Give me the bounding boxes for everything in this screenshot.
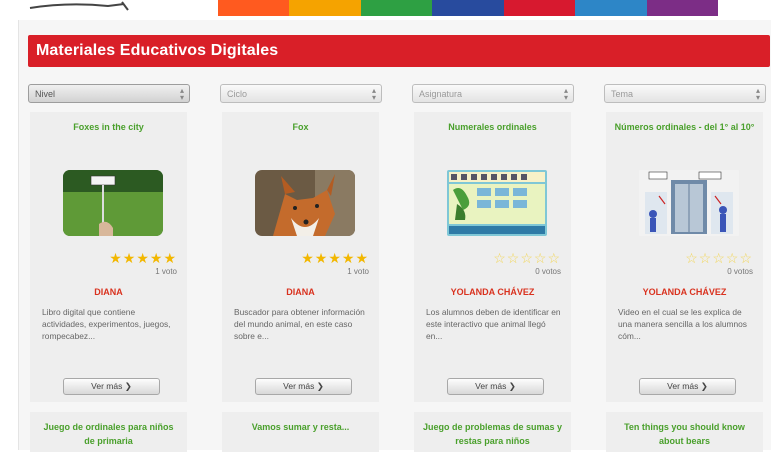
- vote-count: 1 voto: [155, 267, 177, 276]
- filter-label: Ciclo: [227, 88, 248, 99]
- select-arrows-icon: ▴ ▾: [371, 86, 376, 102]
- select-arrows-icon: ▴ ▾: [755, 86, 760, 102]
- star-icon[interactable]: ★★★★★: [109, 250, 177, 266]
- color-segment: [360, 0, 433, 16]
- filter-tema-select[interactable]: Tema ▴ ▾: [604, 84, 766, 103]
- author-link[interactable]: DIANA: [222, 287, 379, 297]
- card-description: Buscador para obtener información del mu…: [234, 307, 365, 341]
- color-segment: [503, 0, 576, 16]
- filter-label: Asignatura: [419, 88, 463, 99]
- card-title[interactable]: Fox: [230, 120, 371, 134]
- card-description: Libro digital que contiene actividades, …: [42, 307, 171, 341]
- resource-card: Juego de ordinales para niños de primari…: [30, 412, 187, 452]
- card-title[interactable]: Números ordinales - del 1° al 10°: [614, 120, 755, 134]
- section-header: Materiales Educativos Digitales: [28, 35, 770, 67]
- color-segment: [218, 0, 290, 16]
- color-segment: [575, 0, 647, 16]
- filter-nivel-select[interactable]: Nivel ▴ ▾: [28, 84, 190, 103]
- star-icon[interactable]: ☆☆☆☆☆: [685, 250, 753, 266]
- resource-card: Vamos sumar y resta...: [222, 412, 379, 452]
- filter-asignatura-select[interactable]: Asignatura ▴ ▾: [412, 84, 574, 103]
- resource-card: Juego de problemas de sumas y restas par…: [414, 412, 571, 452]
- resource-card: Foxes in the city ★★★★★ 1 voto DIANA Lib…: [30, 112, 187, 402]
- resource-card: Ten things you should know about bears: [606, 412, 763, 452]
- star-rating[interactable]: ★★★★★: [301, 251, 369, 265]
- color-segment: [289, 0, 361, 16]
- star-rating[interactable]: ★★★★★: [109, 251, 177, 265]
- card-title[interactable]: Vamos sumar y resta...: [230, 420, 371, 434]
- site-logo-fragment[interactable]: [28, 0, 138, 14]
- vote-count: 1 voto: [347, 267, 369, 276]
- star-icon[interactable]: ★★★★★: [301, 250, 369, 266]
- resource-card: Numerales ordinales ☆☆☆☆☆ 0 votos YOLAND…: [414, 112, 571, 402]
- filter-label: Tema: [611, 88, 634, 99]
- filter-bar: Nivel ▴ ▾ Ciclo ▴ ▾ Asignatura ▴ ▾ Tema ▴ ▾: [28, 84, 770, 104]
- vote-count: 0 votos: [727, 267, 753, 276]
- filter-label: Nivel: [35, 88, 56, 99]
- star-rating[interactable]: ☆☆☆☆☆: [685, 251, 753, 265]
- see-more-button[interactable]: Ver más ❯: [639, 378, 736, 395]
- section-title: Materiales Educativos Digitales: [36, 42, 279, 59]
- see-more-button[interactable]: Ver más ❯: [63, 378, 160, 395]
- star-icon[interactable]: ☆☆☆☆☆: [493, 250, 561, 266]
- card-title[interactable]: Ten things you should know about bears: [614, 420, 755, 448]
- card-description: Video en el cual se les explica de una m…: [618, 307, 747, 341]
- resource-card: Números ordinales - del 1° al 10° ☆☆☆☆☆ …: [606, 112, 763, 402]
- filter-ciclo-select[interactable]: Ciclo ▴ ▾: [220, 84, 382, 103]
- card-title[interactable]: Juego de problemas de sumas y restas par…: [422, 420, 563, 448]
- fox-image[interactable]: [255, 170, 355, 236]
- top-color-bar: [218, 0, 718, 16]
- color-segment: [646, 0, 718, 16]
- see-more-button[interactable]: Ver más ❯: [255, 378, 352, 395]
- select-arrows-icon: ▴ ▾: [179, 86, 184, 102]
- card-title[interactable]: Foxes in the city: [38, 120, 179, 134]
- card-description: Los alumnos deben de identificar en este…: [426, 307, 561, 341]
- see-more-button[interactable]: Ver más ❯: [447, 378, 544, 395]
- select-arrows-icon: ▴ ▾: [563, 86, 568, 102]
- ordinal-numbers-game-image[interactable]: [447, 170, 547, 236]
- vote-count: 0 votos: [535, 267, 561, 276]
- author-link[interactable]: YOLANDA CHÁVEZ: [606, 287, 763, 297]
- author-link[interactable]: DIANA: [30, 287, 187, 297]
- elevator-floors-image[interactable]: [639, 170, 739, 236]
- star-rating[interactable]: ☆☆☆☆☆: [493, 251, 561, 265]
- card-title[interactable]: Numerales ordinales: [422, 120, 563, 134]
- card-title[interactable]: Juego de ordinales para niños de primari…: [38, 420, 179, 448]
- resource-card: Fox ★★★★★ 1 voto DIANA Buscador para obt…: [222, 112, 379, 402]
- color-segment: [432, 0, 504, 16]
- author-link[interactable]: YOLANDA CHÁVEZ: [414, 287, 571, 297]
- field-sign-image[interactable]: [63, 170, 163, 236]
